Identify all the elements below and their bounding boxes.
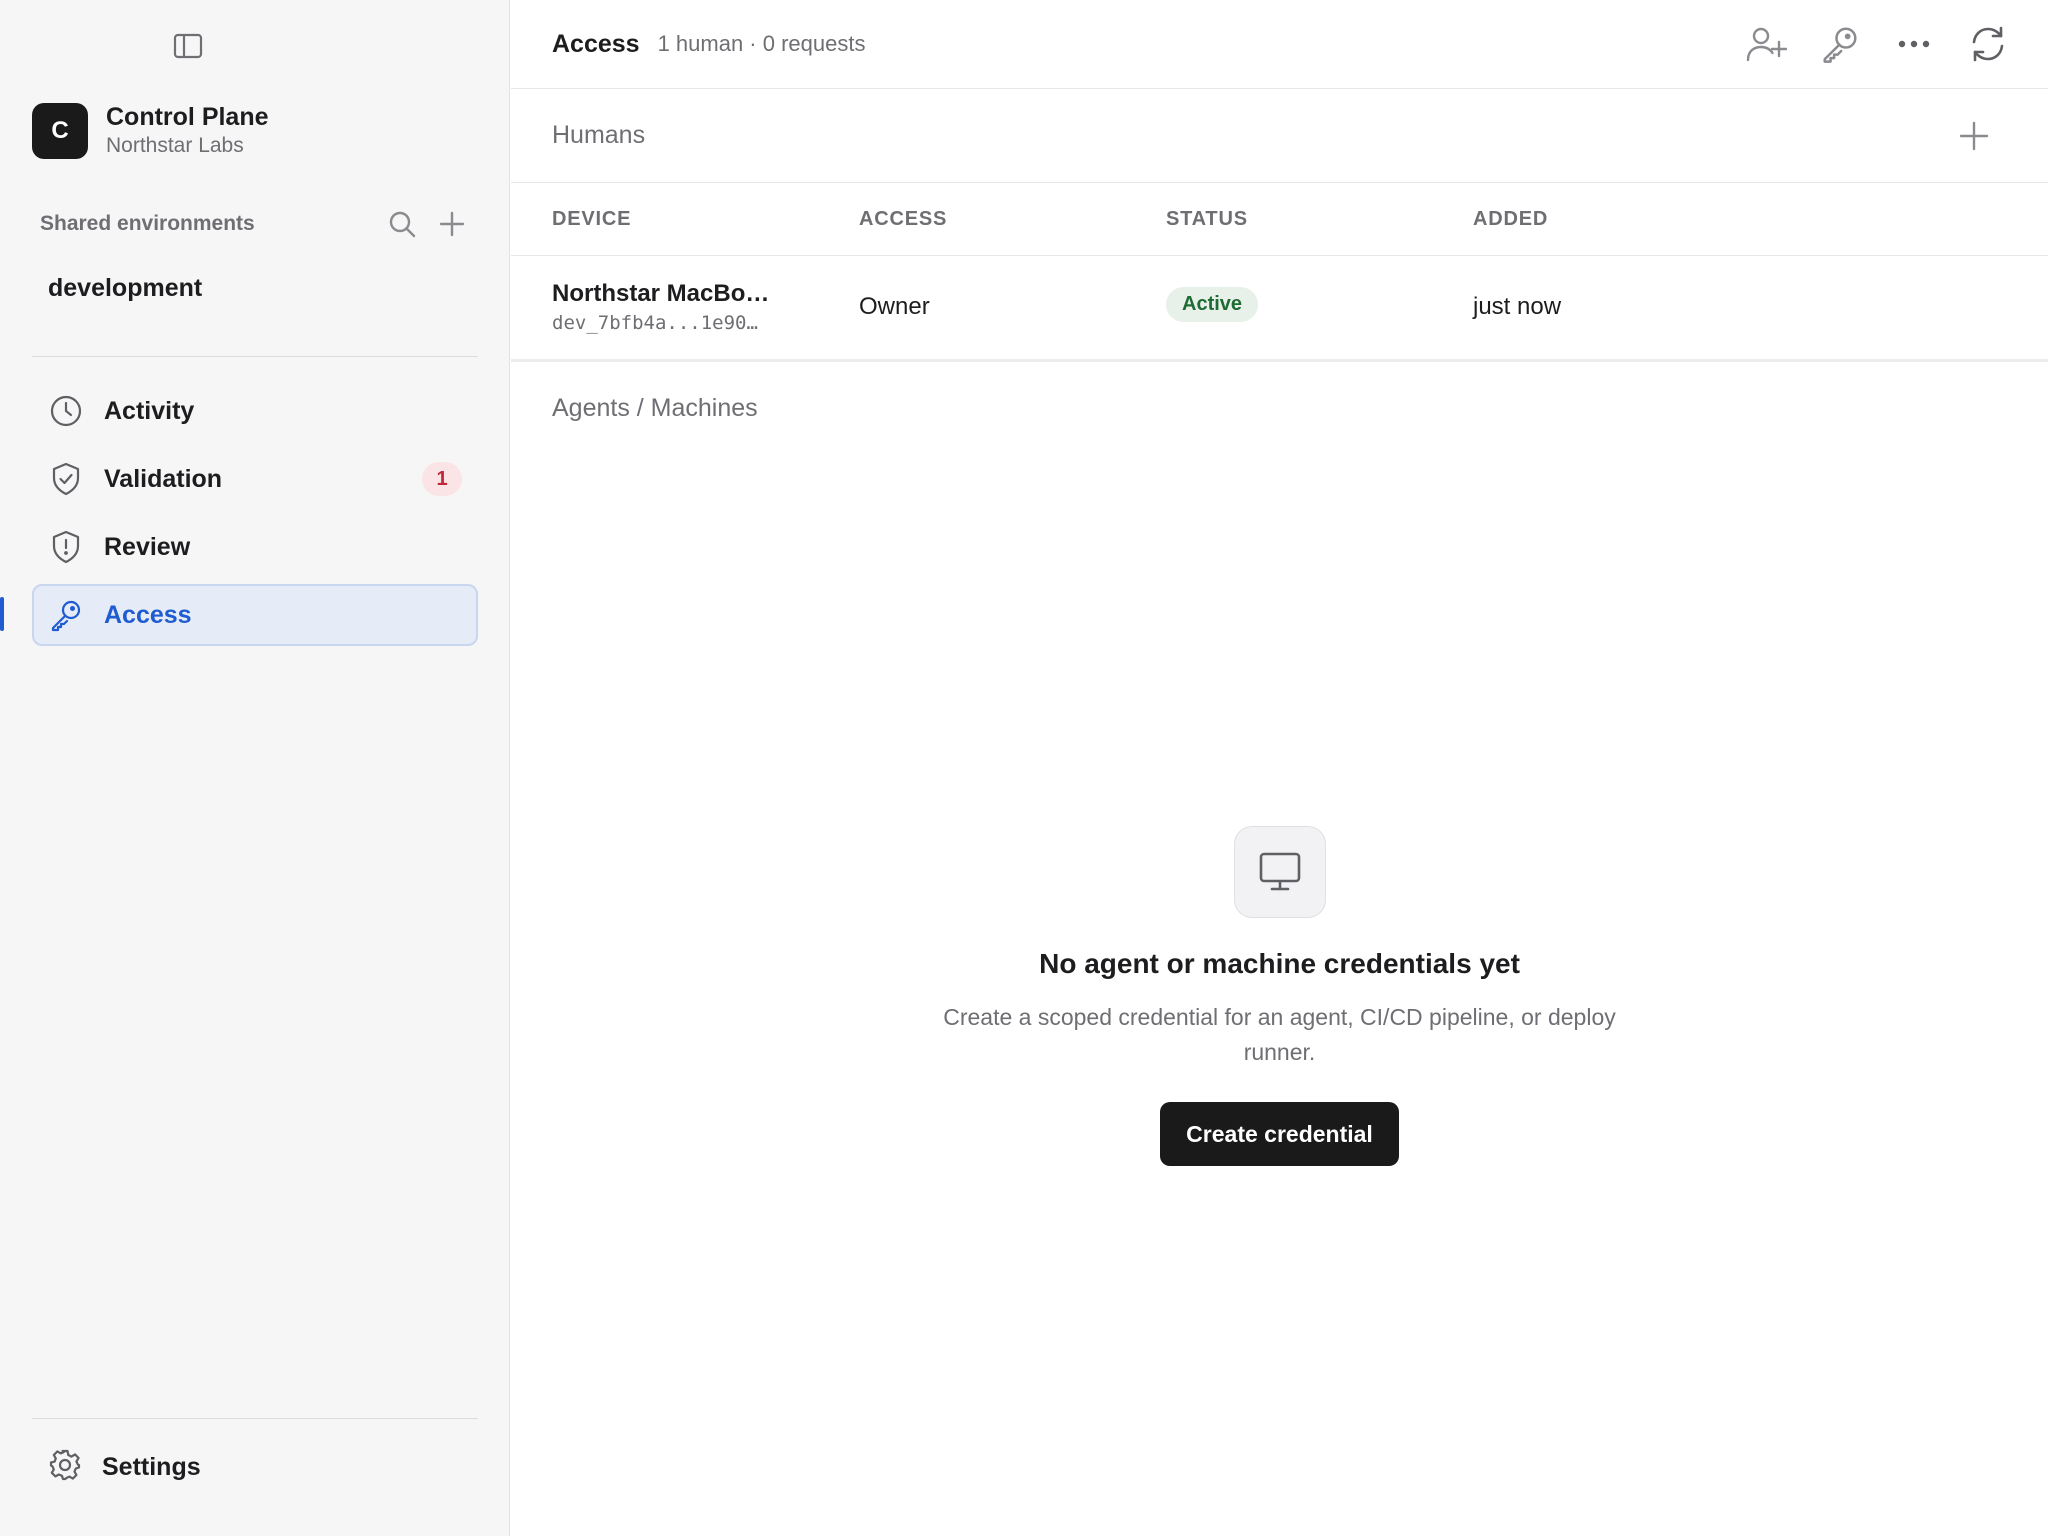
shield-check-icon — [48, 461, 84, 497]
key-icon[interactable] — [1816, 20, 1864, 68]
organization-name: Northstar Labs — [106, 134, 244, 157]
main-content: Access 1 human · 0 requests Humans DEVIC… — [511, 0, 2048, 1536]
key-icon — [48, 597, 84, 633]
empty-state-description: Create a scoped credential for an agent,… — [943, 1004, 1616, 1065]
column-header-status[interactable]: STATUS — [1166, 208, 1248, 231]
workspace-name: Control Plane — [106, 103, 269, 131]
add-user-icon[interactable] — [1742, 20, 1790, 68]
workspace-switcher[interactable]: C Control Plane Northstar Labs — [32, 102, 269, 160]
monitor-icon — [1233, 826, 1326, 918]
clock-icon — [48, 393, 84, 429]
agents-empty-state: No agent or machine credentials yet Crea… — [511, 826, 2048, 1166]
page-header: Access 1 human · 0 requests — [511, 0, 2048, 89]
sidebar-item-access[interactable]: Access — [32, 584, 478, 646]
sidebar-item-review[interactable]: Review — [32, 516, 478, 578]
humans-table-header: DEVICE ACCESS STATUS ADDED — [511, 183, 2048, 256]
more-icon[interactable] — [1890, 20, 1938, 68]
column-header-added[interactable]: ADDED — [1473, 208, 1548, 231]
column-header-access[interactable]: ACCESS — [859, 208, 947, 231]
refresh-icon[interactable] — [1964, 20, 2012, 68]
search-icon[interactable] — [384, 206, 420, 242]
sidebar-item-settings[interactable]: Settings — [48, 1448, 201, 1487]
validation-count-badge: 1 — [422, 462, 462, 496]
sidebar-divider — [32, 356, 478, 357]
device-name: Northstar MacBo… — [552, 280, 770, 307]
environment-item-development[interactable]: development — [48, 274, 202, 303]
page-title: Access — [552, 29, 640, 58]
sidebar-item-label: Activity — [104, 396, 195, 425]
column-header-device[interactable]: DEVICE — [552, 208, 631, 231]
shared-environments-header: Shared environments — [40, 206, 470, 242]
access-role: Owner — [859, 293, 930, 320]
sidebar-item-activity[interactable]: Activity — [32, 380, 478, 442]
page-summary: 1 human · 0 requests — [657, 31, 866, 56]
sidebar-item-label: Review — [104, 532, 191, 561]
device-cell: Northstar MacBo… dev_7bfb4a...1e90… — [552, 280, 769, 334]
humans-section-title: Humans — [552, 121, 646, 149]
header-actions — [1716, 20, 2012, 68]
sidebar-item-validation[interactable]: Validation 1 — [32, 448, 478, 510]
status-badge: Active — [1166, 287, 1259, 322]
shield-alert-icon — [48, 529, 84, 565]
settings-label: Settings — [102, 1453, 201, 1481]
added-time: just now — [1473, 293, 1562, 320]
gear-icon — [48, 1448, 82, 1487]
workspace-logo: C — [32, 103, 88, 159]
agents-section-title: Agents / Machines — [552, 394, 758, 422]
add-environment-icon[interactable] — [434, 206, 470, 242]
sidebar: C Control Plane Northstar Labs Shared en… — [0, 0, 510, 1536]
device-id: dev_7bfb4a...1e90… — [552, 312, 758, 334]
status-cell: Active — [1166, 287, 1259, 322]
sidebar-toggle-icon[interactable] — [171, 32, 205, 60]
shared-environments-label: Shared environments — [40, 212, 255, 235]
sidebar-divider — [32, 1418, 478, 1419]
active-nav-indicator — [0, 597, 4, 631]
sidebar-nav: Activity Validation 1 Review Access — [32, 380, 478, 652]
add-human-icon[interactable] — [1954, 116, 1994, 156]
create-credential-button[interactable]: Create credential — [1160, 1102, 1399, 1166]
table-row[interactable]: Northstar MacBo… dev_7bfb4a...1e90… Owne… — [511, 256, 2048, 362]
sidebar-item-label: Validation — [104, 464, 223, 493]
empty-state-title: No agent or machine credentials yet — [1039, 948, 1520, 979]
humans-section-header: Humans — [511, 89, 2048, 183]
sidebar-item-label: Access — [104, 600, 192, 629]
